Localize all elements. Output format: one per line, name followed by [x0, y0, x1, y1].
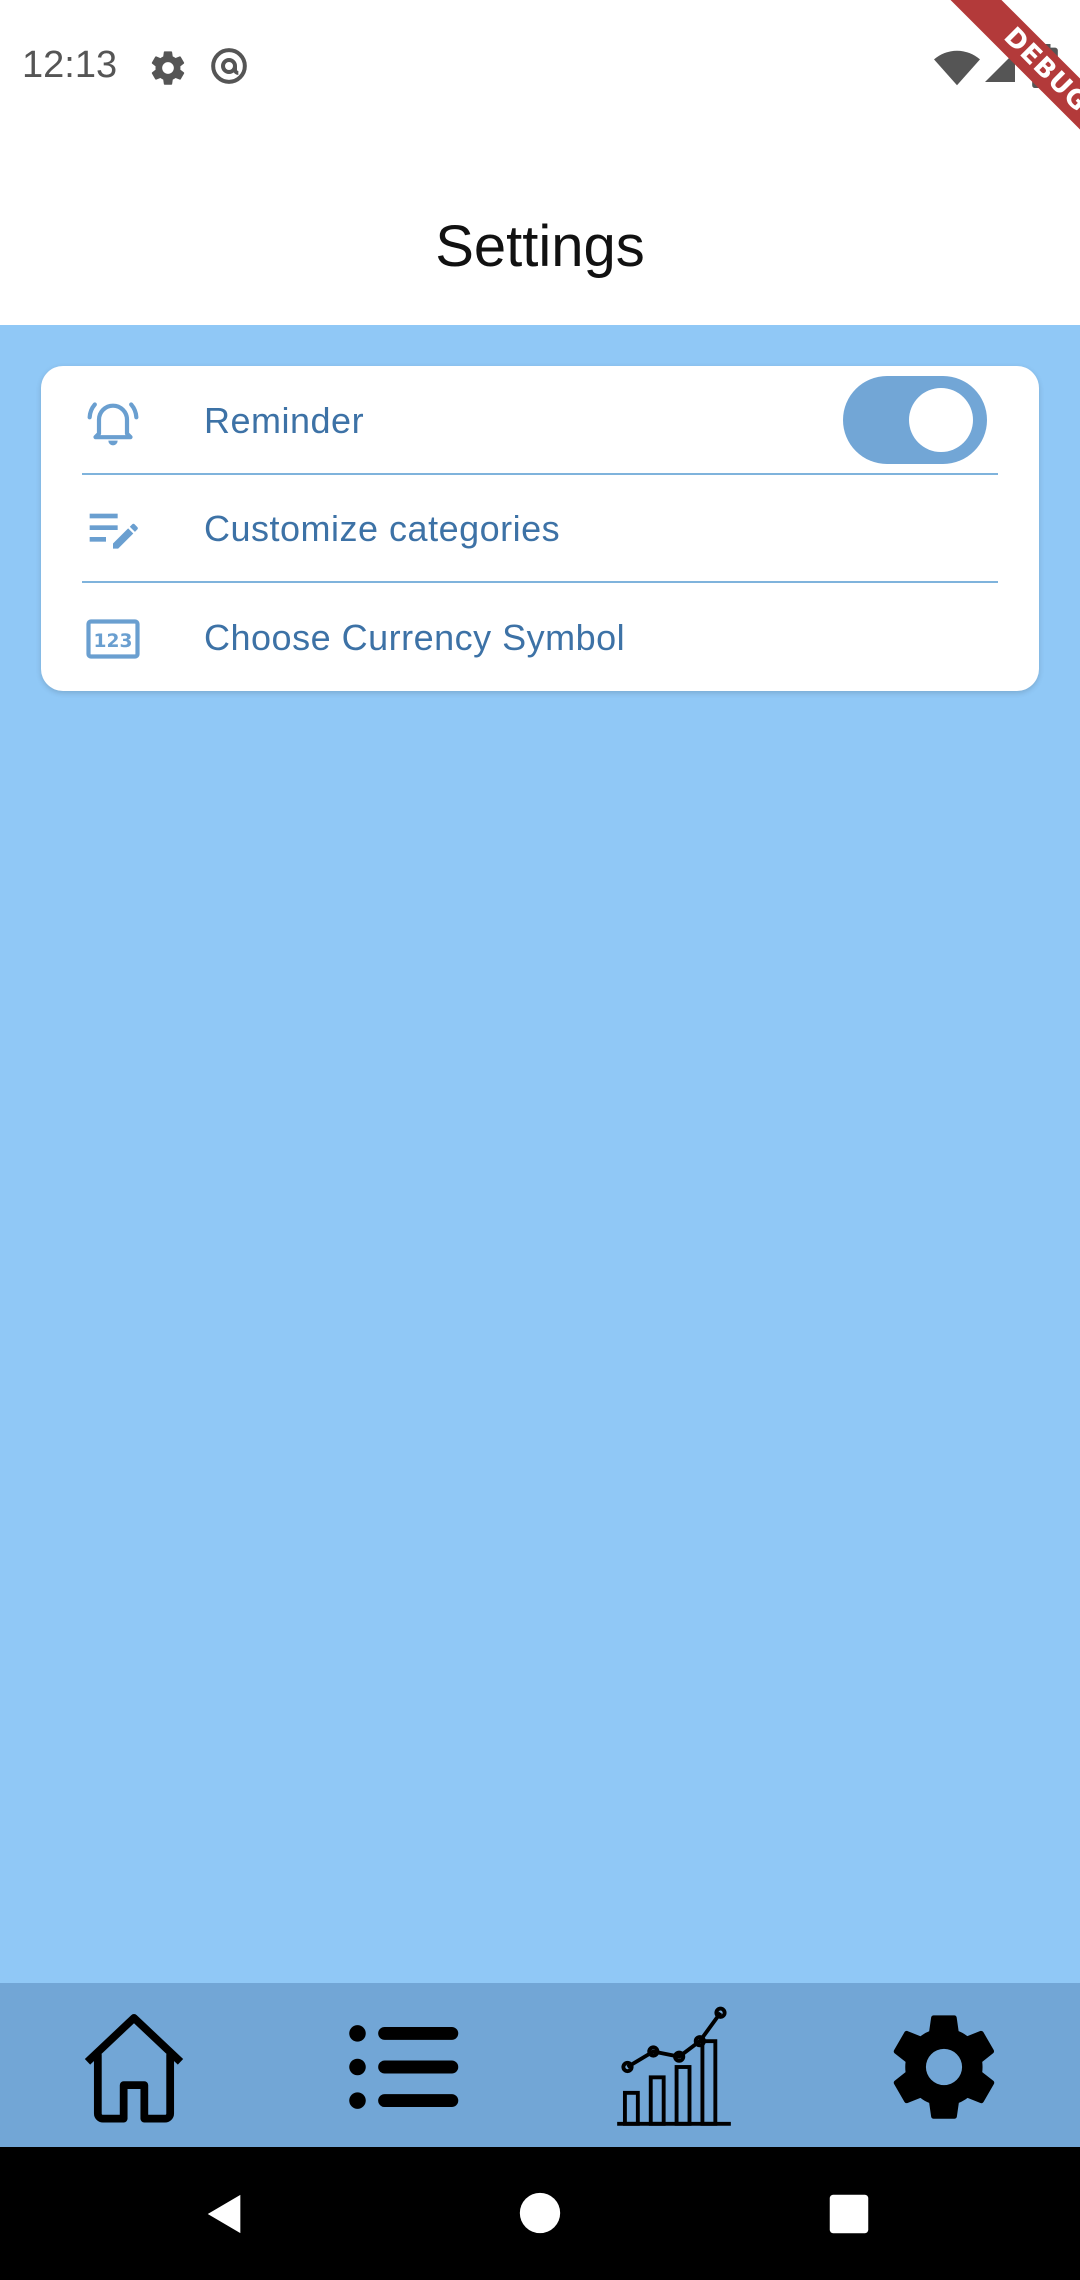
screen: 12:13 DEBUG Settings Reminder Customize …	[0, 0, 1080, 2280]
toggle-knob	[909, 388, 973, 452]
system-nav	[0, 2147, 1080, 2280]
app-bar: Settings	[0, 135, 1080, 325]
settings-card: Reminder Customize categories 123 Choose…	[41, 366, 1039, 691]
chart-icon[interactable]	[612, 2005, 736, 2129]
currency-symbol-label: Choose Currency Symbol	[204, 617, 626, 658]
back-icon[interactable]	[202, 2191, 248, 2237]
home-icon[interactable]	[72, 2005, 196, 2129]
setting-row-currency-symbol[interactable]: 123 Choose Currency Symbol	[41, 583, 1039, 691]
icon-123-text: 123	[94, 631, 133, 652]
reminder-label: Reminder	[204, 400, 365, 441]
bottom-nav	[0, 1983, 1080, 2147]
page-title: Settings	[435, 214, 645, 279]
home-circle-icon[interactable]	[518, 2191, 562, 2235]
edit-list-icon	[89, 513, 138, 549]
status-bar: 12:13	[0, 0, 1080, 135]
wifi-icon	[934, 50, 980, 86]
gear-icon	[151, 51, 185, 85]
customize-categories-label: Customize categories	[204, 508, 561, 549]
numbers-123-icon: 123	[86, 619, 140, 659]
status-time: 12:13	[22, 44, 118, 86]
main-content: Reminder Customize categories 123 Choose…	[0, 325, 1080, 1983]
reminder-toggle[interactable]	[843, 376, 987, 464]
setting-row-customize-categories[interactable]: Customize categories	[41, 474, 1039, 582]
alarm-bell-icon	[87, 402, 139, 446]
list-icon[interactable]	[342, 2005, 466, 2129]
setting-row-reminder[interactable]: Reminder	[41, 366, 1039, 474]
settings-icon[interactable]	[882, 2005, 1006, 2129]
at-sign-icon	[211, 48, 247, 84]
recents-icon[interactable]	[828, 2193, 870, 2235]
